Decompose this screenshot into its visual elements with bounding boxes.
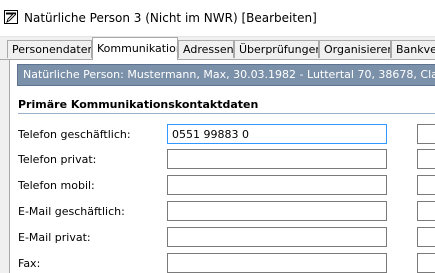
email-geschaeftlich-input[interactable] [167,201,387,221]
tab-label: Bankver [396,43,435,56]
tab-personendaten[interactable]: Personendaten [7,40,92,58]
label-email-geschaeftlich: E-Mail geschäftlich: [18,205,125,218]
tab-adressen[interactable]: Adressen [178,40,234,58]
telefon-mobil-input[interactable] [167,175,387,195]
tab-label: Personendaten [12,43,92,56]
tab-label: Kommunikation [97,42,178,55]
tab-strip: Personendaten Kommunikation Adressen Übe… [0,37,435,60]
telefon-mobil-secondary-input[interactable] [417,175,435,195]
section-title: Primäre Kommunikationskontaktdaten [18,98,259,111]
telefon-geschaeftlich-input[interactable] [167,124,387,144]
label-telefon-privat: Telefon privat: [18,153,97,166]
label-fax: Fax: [18,257,41,270]
telefon-privat-secondary-input[interactable] [417,149,435,169]
section-divider [18,113,435,114]
title-bar: Natürliche Person 3 (Nicht im NWR) [Bear… [0,0,435,37]
email-geschaeftlich-secondary-input[interactable] [417,201,435,221]
tab-label: Organisieren [324,43,391,56]
fax-input[interactable] [167,253,387,273]
label-telefon-mobil: Telefon mobil: [18,179,95,192]
tab-bankverbindung[interactable]: Bankver [391,40,435,58]
person-info-bar: Natürliche Person: Mustermann, Max, 30.0… [17,64,435,86]
tab-ueberpruefungen[interactable]: Überprüfungen [234,40,319,58]
telefon-geschaeftlich-secondary-input[interactable] [417,124,435,144]
label-telefon-geschaeftlich: Telefon geschäftlich: [18,128,131,141]
edit-form-icon [4,10,18,24]
tab-label: Überprüfungen [239,43,319,56]
label-email-privat: E-Mail privat: [18,231,91,244]
telefon-privat-input[interactable] [167,149,387,169]
tab-kommunikation[interactable]: Kommunikation [92,37,178,60]
tab-organisieren[interactable]: Organisieren [319,40,391,58]
tab-label: Adressen [183,43,234,56]
email-privat-secondary-input[interactable] [417,227,435,247]
fax-secondary-input[interactable] [417,253,435,273]
email-privat-input[interactable] [167,227,387,247]
window-title: Natürliche Person 3 (Nicht im NWR) [Bear… [24,11,317,25]
